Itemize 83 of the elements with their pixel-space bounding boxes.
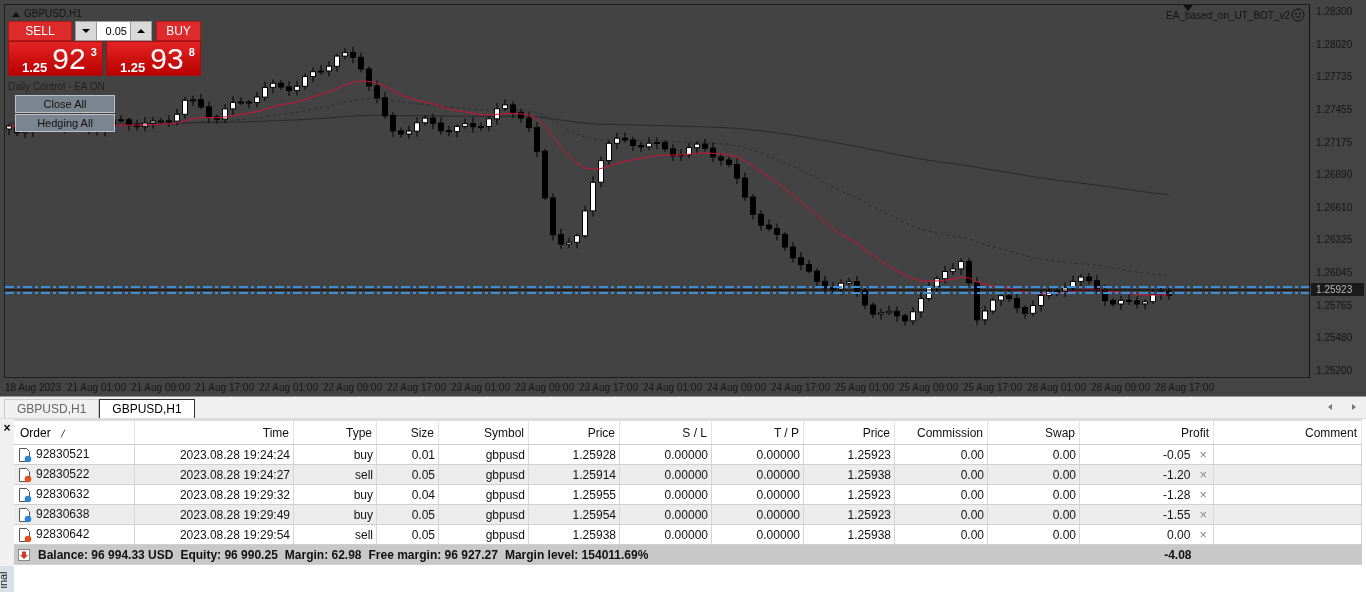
down-arrow-icon: [18, 548, 30, 561]
column-header[interactable]: Swap: [1044, 425, 1075, 440]
close-button[interactable]: ×: [1199, 487, 1207, 502]
table-cell: gbpusd: [438, 444, 529, 465]
column-header[interactable]: T / P: [773, 425, 799, 440]
sort-icon: [59, 428, 66, 438]
table-cell: -1.55: [1163, 508, 1191, 522]
chart-tab[interactable]: GBPUSD,H1: [4, 399, 100, 418]
column-header[interactable]: Commission: [917, 425, 983, 440]
table-cell: gbpusd: [438, 484, 529, 505]
scroll-left-icon[interactable]: [1326, 403, 1334, 411]
table-cell: 92830521: [36, 446, 90, 461]
table-cell: 0.00000: [711, 484, 804, 505]
table-cell: 92830632: [36, 486, 90, 501]
buy-button[interactable]: BUY: [156, 21, 201, 41]
account-value: Margin level: 154011.69%: [504, 547, 649, 562]
table-cell: 0.00000: [711, 444, 804, 465]
table-cell: -1.28: [1163, 488, 1191, 502]
table-cell: 0.04: [376, 484, 439, 505]
scroll-right-icon[interactable]: [1350, 403, 1358, 411]
table-cell: sell: [293, 524, 377, 545]
table-cell: 2023.08.28 19:24:24: [134, 444, 294, 465]
table-cell: 1.25938: [803, 524, 895, 545]
table-cell: 0.05: [376, 524, 439, 545]
table-cell: 1.25955: [528, 484, 620, 505]
table-cell: 0.00: [987, 524, 1080, 545]
table-cell: -0.05: [1163, 448, 1191, 462]
table-cell: -1.20: [1163, 468, 1191, 482]
table-cell: 92830638: [36, 506, 90, 521]
account-value: Balance: 96 994.33 USD: [38, 547, 174, 562]
table-cell: 92830522: [36, 466, 90, 481]
collapse-icon[interactable]: [12, 10, 20, 17]
table-cell: buy: [293, 444, 377, 465]
table-cell: 0.00: [1167, 528, 1191, 542]
chart-tab[interactable]: GBPUSD,H1: [99, 399, 195, 418]
table-cell: 2023.08.28 19:29:54: [134, 524, 294, 545]
table-cell: 0.00000: [619, 524, 712, 545]
ea-button[interactable]: Close All: [15, 95, 115, 113]
column-header[interactable]: Size: [410, 425, 434, 440]
ea-button[interactable]: Hedging All: [15, 114, 115, 132]
close-button[interactable]: ×: [1199, 447, 1207, 462]
triangle-icon[interactable]: [1183, 5, 1193, 11]
order-icon: [18, 506, 32, 523]
column-header[interactable]: Profit: [1181, 425, 1209, 440]
table-cell: 92830642: [36, 526, 90, 541]
table-cell: 0.00000: [619, 444, 712, 465]
sell-button[interactable]: SELL: [8, 21, 72, 41]
column-header[interactable]: Time: [262, 425, 289, 440]
order-icon: [18, 446, 32, 463]
column-header[interactable]: Type: [346, 425, 372, 440]
table-cell: gbpusd: [438, 524, 529, 545]
column-header[interactable]: Order: [20, 425, 51, 440]
table-cell: 1.25923: [803, 444, 895, 465]
table-cell: 2023.08.28 19:29:32: [134, 484, 294, 505]
table-cell: 0.00: [987, 444, 1080, 465]
column-header[interactable]: Price: [587, 425, 615, 440]
account-value: Margin: 62.98: [284, 547, 362, 562]
current-price: 1.25923: [1311, 283, 1365, 296]
table-cell: 1.25928: [528, 444, 620, 465]
table-cell: 1.25938: [528, 524, 620, 545]
table-cell: 0.00000: [711, 524, 804, 545]
table-cell: 0.00: [987, 484, 1080, 505]
close-button[interactable]: ×: [1199, 527, 1207, 542]
order-icon: [18, 486, 32, 503]
column-header[interactable]: Comment: [1305, 425, 1357, 440]
table-cell: 0.00000: [619, 484, 712, 505]
column-header[interactable]: S / L: [682, 425, 707, 440]
table-cell: 0.01: [376, 444, 439, 465]
table-cell: 0.00: [894, 484, 988, 505]
order-icon: [18, 466, 32, 483]
order-icon: [18, 526, 32, 543]
close-button[interactable]: ×: [2, 422, 12, 434]
table-cell: 0.00: [894, 524, 988, 545]
table-cell: 0.00: [894, 444, 988, 465]
total-profit: -4.08: [1164, 547, 1192, 562]
account-value: Free margin: 96 927.27: [368, 547, 498, 562]
table-cell: 1.25923: [803, 484, 895, 505]
column-header[interactable]: Symbol: [484, 425, 524, 440]
volume-spinner[interactable]: 0.05: [75, 21, 152, 41]
smiley-icon: [1291, 8, 1306, 22]
table-cell: buy: [293, 484, 377, 505]
column-header[interactable]: Price: [862, 425, 890, 440]
account-value: Equity: 96 990.25: [180, 547, 278, 562]
